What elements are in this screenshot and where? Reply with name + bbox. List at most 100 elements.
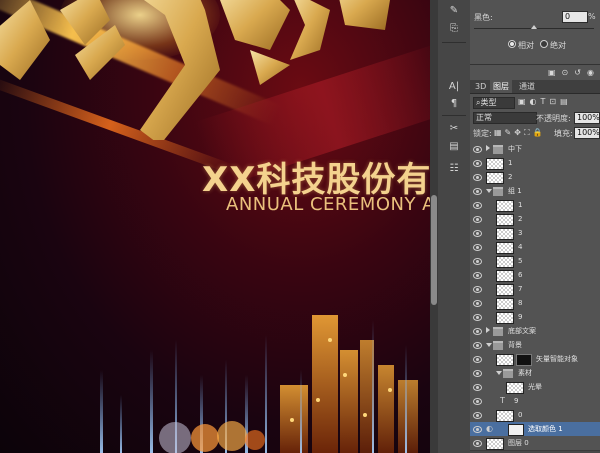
layer-thumbnail	[496, 214, 514, 226]
character-icon[interactable]: A|	[444, 80, 464, 94]
visibility-eye-icon[interactable]	[473, 426, 482, 433]
visibility-eye-icon[interactable]	[473, 160, 482, 167]
relative-radio[interactable]	[508, 40, 516, 48]
visibility-eye-icon[interactable]	[473, 412, 482, 419]
properties-icon[interactable]: ☷	[444, 162, 464, 176]
layer-mask-thumbnail	[508, 424, 524, 436]
layer-row[interactable]: T9	[470, 394, 600, 409]
city-lights-artwork	[100, 315, 418, 453]
layer-thumbnail	[496, 312, 514, 324]
layer-row[interactable]: 图层 0	[470, 436, 600, 451]
visibility-eye-icon[interactable]	[473, 370, 482, 377]
visibility-eye-icon[interactable]	[473, 328, 482, 335]
layer-name: 图层 0	[508, 439, 529, 447]
blend-mode-select[interactable]: 正常	[473, 112, 537, 124]
chevron-right-icon[interactable]	[486, 145, 490, 151]
visibility-eye-icon[interactable]	[473, 440, 482, 447]
strip-divider	[442, 115, 466, 116]
layer-thumbnail	[486, 438, 504, 450]
black-value-input[interactable]: 0	[562, 11, 588, 23]
visibility-eye-icon[interactable]	[473, 174, 482, 181]
layer-row[interactable]: 3	[470, 226, 600, 241]
visibility-eye-icon[interactable]	[473, 314, 482, 321]
tool-presets-icon[interactable]: ✂	[444, 122, 464, 136]
layer-name: 中下	[508, 145, 522, 153]
layer-row[interactable]: 8	[470, 296, 600, 311]
visibility-eye-icon[interactable]	[473, 384, 482, 391]
document-canvas[interactable]: 新梦 XX科技股份有限 ANNUAL CEREMONY AN	[0, 0, 430, 453]
layer-row[interactable]: 0	[470, 408, 600, 423]
folder-icon	[493, 145, 503, 154]
layer-row[interactable]: 底部文案	[470, 324, 600, 339]
layer-row[interactable]: 中下	[470, 142, 600, 157]
absolute-radio[interactable]	[540, 40, 548, 48]
visibility-eye-icon[interactable]	[473, 356, 482, 363]
layer-name: 5	[518, 257, 523, 265]
layer-row[interactable]: 组 1	[470, 184, 600, 199]
visibility-eye-icon[interactable]	[473, 202, 482, 209]
layer-thumbnail	[496, 270, 514, 282]
layer-row[interactable]: 9	[470, 310, 600, 325]
text-layer-icon: T	[500, 396, 505, 405]
relative-label: 相对	[518, 41, 534, 50]
layer-name: 1	[518, 201, 523, 209]
layer-row[interactable]: 背景	[470, 338, 600, 353]
fill-label: 填充:	[554, 129, 573, 138]
visibility-eye-icon[interactable]	[473, 342, 482, 349]
visibility-eye-icon[interactable]	[473, 272, 482, 279]
visibility-eye-icon[interactable]	[473, 216, 482, 223]
black-slider-knob[interactable]	[531, 25, 537, 29]
layer-row[interactable]: ◐ 选取颜色 1	[470, 422, 600, 437]
layer-row[interactable]: 2	[470, 212, 600, 227]
layer-filter-kind: 类型	[480, 98, 497, 107]
folder-icon	[493, 341, 503, 350]
visibility-eye-icon[interactable]	[473, 230, 482, 237]
visibility-eye-icon[interactable]	[473, 398, 482, 405]
visibility-eye-icon[interactable]	[473, 244, 482, 251]
visibility-eye-icon[interactable]	[473, 286, 482, 293]
brush-preset-icon[interactable]: ✎	[444, 4, 464, 18]
layer-row[interactable]: 7	[470, 282, 600, 297]
filter-type-icons[interactable]: ▣◐T⊡▤	[518, 97, 572, 106]
tab-channels[interactable]: 通道	[516, 80, 538, 93]
visibility-eye-icon[interactable]	[473, 300, 482, 307]
chevron-down-icon[interactable]	[496, 371, 502, 375]
layer-row[interactable]: 矢量智能对象	[470, 352, 600, 367]
canvas-scrollbar[interactable]	[430, 0, 438, 453]
layer-row[interactable]: 6	[470, 268, 600, 283]
scrollbar-thumb[interactable]	[431, 195, 437, 305]
fill-input[interactable]: 100%	[574, 127, 600, 139]
layer-thumbnail	[496, 242, 514, 254]
visibility-eye-icon[interactable]	[473, 258, 482, 265]
properties-footer-icons[interactable]: ▣⊙↺◉▥	[548, 68, 600, 77]
visibility-eye-icon[interactable]	[473, 188, 482, 195]
layer-row[interactable]: 1	[470, 156, 600, 171]
paragraph-icon[interactable]: ¶	[444, 97, 464, 111]
layer-row[interactable]: 1	[470, 198, 600, 213]
panel-tabs: 3D 图层 通道	[470, 80, 600, 94]
black-slider[interactable]	[474, 25, 594, 29]
lock-icons[interactable]: ▦✎✥⛶🔒	[494, 128, 546, 138]
opacity-input[interactable]: 100%	[574, 112, 600, 124]
layer-row[interactable]: 5	[470, 254, 600, 269]
chevron-down-icon[interactable]	[486, 189, 492, 193]
chevron-right-icon[interactable]	[486, 327, 490, 333]
clone-source-icon[interactable]: ⎘	[444, 22, 464, 36]
layer-name: 组 1	[508, 187, 522, 195]
layer-name: 0	[518, 411, 523, 419]
layers-panel-area: 黑色: 0 % 相对 绝对 ▣⊙↺◉▥ 3D 图层 通道 ⌕类型 ▣◐T⊡▤ 正…	[470, 0, 600, 453]
lock-label: 锁定:	[473, 129, 492, 138]
layer-filter-select[interactable]: ⌕类型	[473, 97, 515, 109]
layer-row[interactable]: 光晕	[470, 380, 600, 395]
visibility-eye-icon[interactable]	[473, 146, 482, 153]
tab-3d[interactable]: 3D	[472, 80, 489, 93]
adjustments-icon[interactable]: ▤	[444, 140, 464, 154]
layer-row[interactable]: 4	[470, 240, 600, 255]
layer-name: 光晕	[528, 383, 542, 391]
tab-layers[interactable]: 图层	[490, 80, 512, 93]
layer-name: 素材	[518, 369, 532, 377]
right-panel: ✎ ⎘ A| ¶ ✂ ▤ ☷ 黑色: 0 % 相对 绝对 ▣⊙↺◉▥ 3D	[430, 0, 600, 453]
chevron-down-icon[interactable]	[486, 343, 492, 347]
layer-row[interactable]: 2	[470, 170, 600, 185]
layer-row[interactable]: 素材	[470, 366, 600, 381]
